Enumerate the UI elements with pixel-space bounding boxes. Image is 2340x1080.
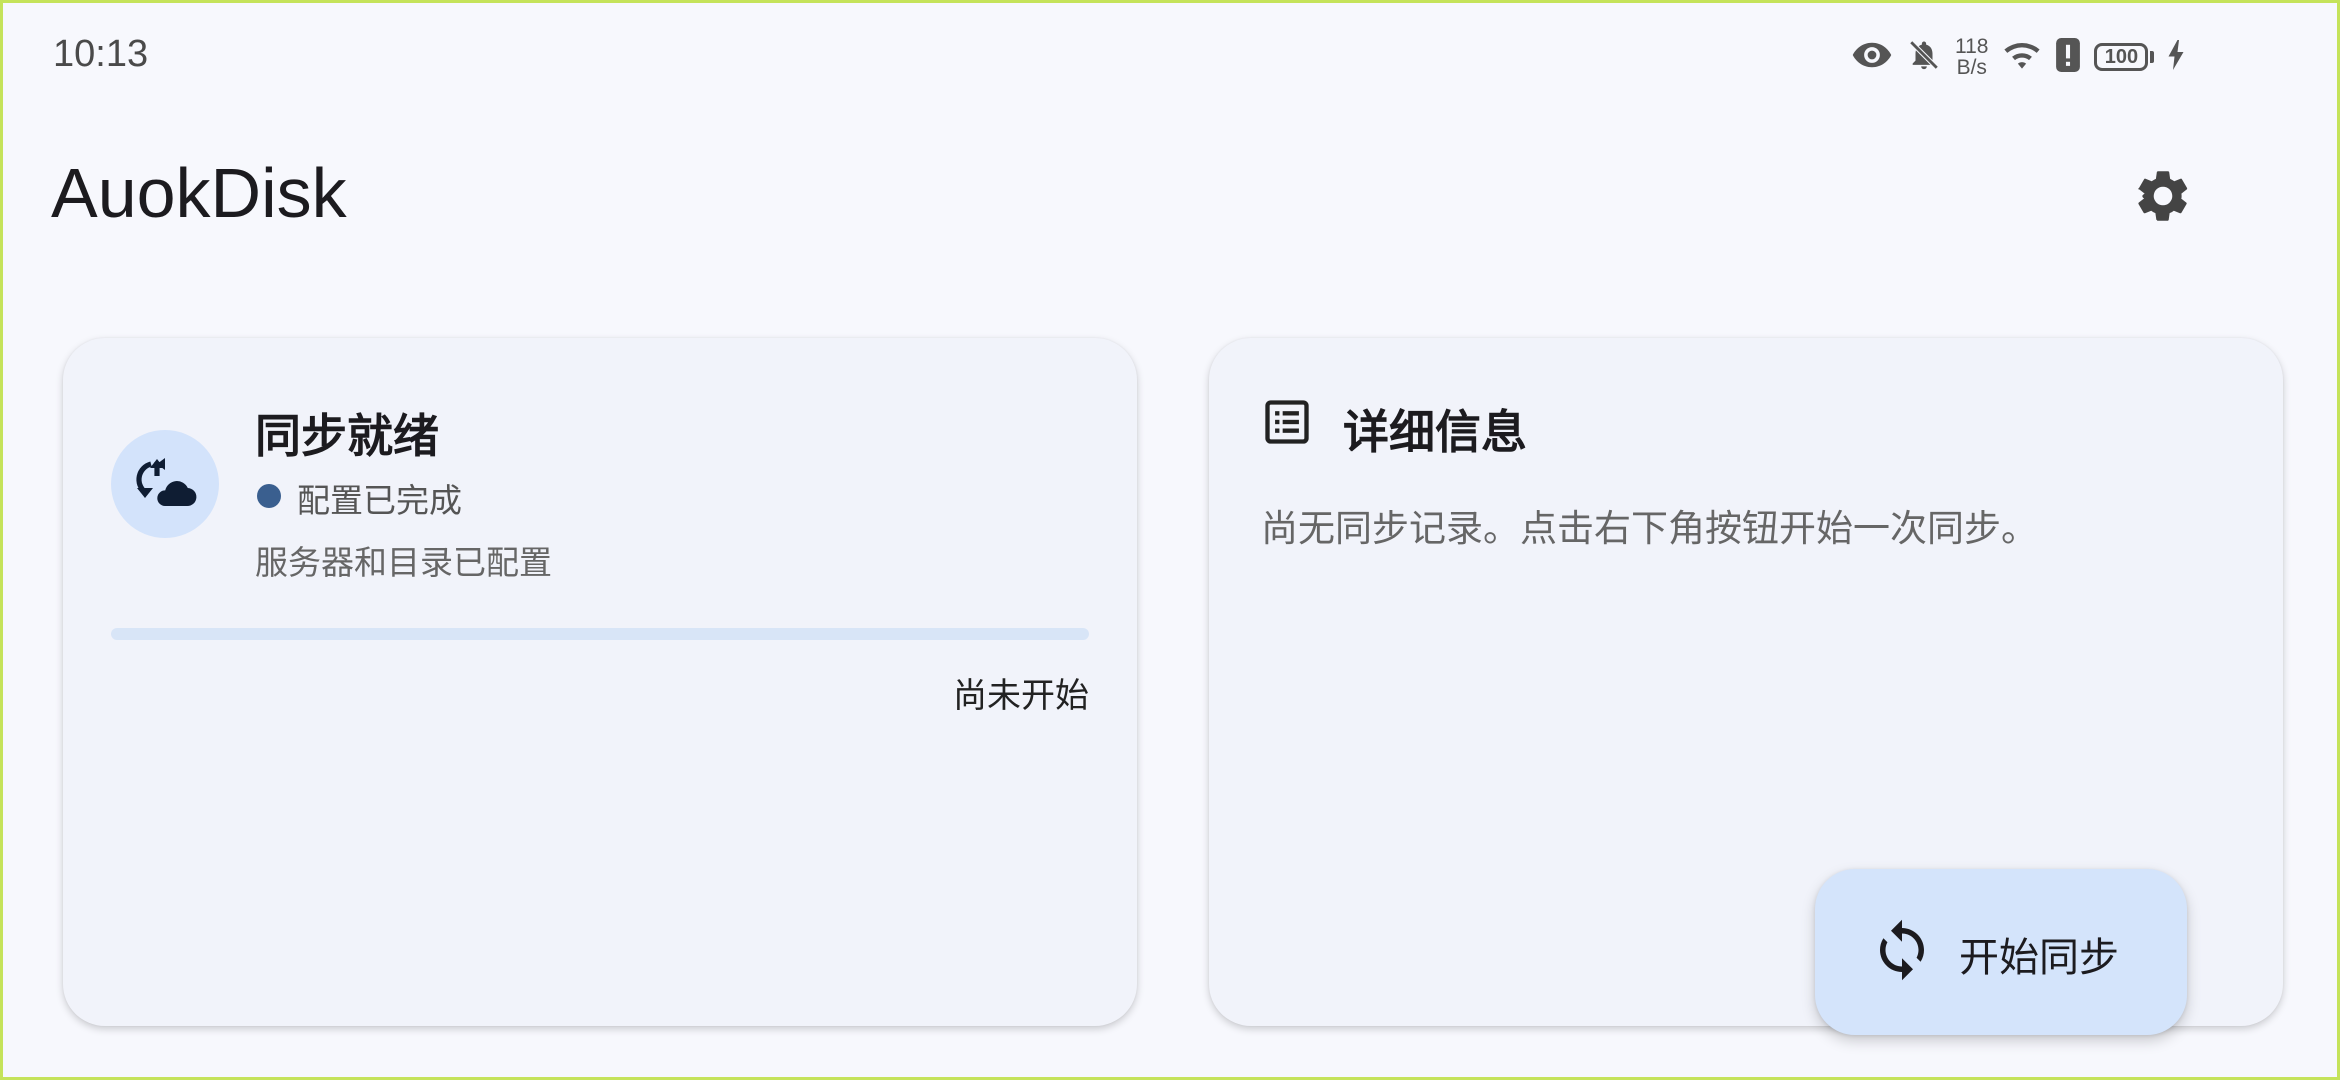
net-speed: 118 B/s (1955, 36, 1988, 78)
charging-icon (2168, 40, 2184, 74)
sync-progress-label: 尚未开始 (953, 676, 1089, 716)
list-icon (1261, 396, 1313, 448)
net-speed-unit: B/s (1956, 56, 1987, 79)
start-sync-label: 开始同步 (1959, 935, 2119, 981)
status-bar: 10:13 118 B/s 100 (3, 3, 2337, 113)
start-sync-button[interactable]: 开始同步 (1815, 869, 2187, 1035)
sync-progress-bar (111, 628, 1089, 640)
battery-icon: 100 (2094, 43, 2155, 71)
net-speed-value: 118 (1955, 35, 1989, 58)
bell-off-icon (1907, 37, 1941, 77)
alert-icon (2056, 38, 2081, 76)
details-body: 尚无同步记录。点击右下角按钮开始一次同步。 (1261, 507, 2038, 550)
eye-icon (1851, 40, 1893, 74)
status-time: 10:13 (53, 33, 149, 75)
sync-icon (1869, 917, 1935, 983)
sync-cloud-icon (133, 454, 197, 514)
gear-icon (2132, 165, 2194, 231)
sync-status-card: 同步就绪 配置已完成 服务器和目录已配置 尚未开始 (63, 338, 1137, 1026)
status-dot (257, 484, 281, 508)
battery-level: 100 (2094, 43, 2149, 71)
details-title: 详细信息 (1343, 405, 1527, 459)
wifi-icon (2002, 39, 2042, 75)
sync-avatar (111, 430, 219, 538)
sync-description: 服务器和目录已配置 (255, 543, 552, 582)
app-title: AuokDisk (51, 154, 347, 232)
sync-status-text: 配置已完成 (297, 481, 462, 520)
settings-button[interactable] (2123, 158, 2203, 238)
status-icons: 118 B/s 100 (1851, 29, 2184, 85)
sync-title: 同步就绪 (255, 409, 439, 463)
